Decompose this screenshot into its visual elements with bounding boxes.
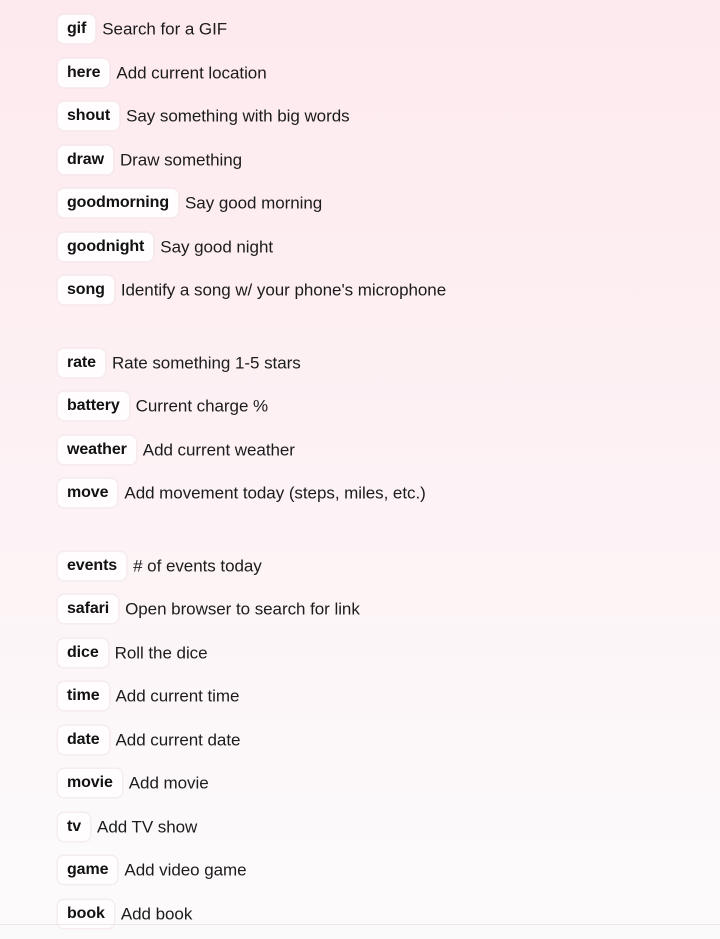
shortcut-description: Say good night <box>160 237 274 256</box>
shortcut-row: rate Rate something 1-5 stars <box>0 347 720 378</box>
shortcut-row: date Add current date <box>0 724 720 755</box>
shortcut-row: time Add current time <box>0 681 720 711</box>
shortcut-description: Add current weather <box>142 440 295 459</box>
shortcut-description: Identify a song w/ your phone's micropho… <box>120 280 447 300</box>
shortcut-keyword-tag[interactable]: goodnight <box>57 231 155 262</box>
shortcut-row: draw Draw something <box>0 144 720 175</box>
shortcut-description: Draw something <box>119 150 243 169</box>
shortcut-description: Add movie <box>128 773 209 793</box>
shortcut-description: Add TV show <box>97 817 198 836</box>
shortcut-keyword-tag[interactable]: tv <box>57 811 92 842</box>
shortcut-description: Add current time <box>115 686 240 706</box>
shortcut-keyword-tag[interactable]: game <box>57 855 119 885</box>
shortcut-row: gif Search for a GIF <box>0 14 720 44</box>
shortcut-description: Say something with big words <box>126 106 350 126</box>
shortcut-row: weather Add current weather <box>0 434 720 465</box>
shortcut-description: Roll the dice <box>114 643 208 662</box>
shortcut-row: song Identify a song w/ your phone's micr… <box>0 275 720 305</box>
shortcut-row: goodnight Say good night <box>0 231 720 262</box>
shortcut-row: goodmorning Say good morning <box>0 188 720 218</box>
shortcut-description: Current charge % <box>135 396 269 416</box>
shortcut-keyword-tag[interactable]: time <box>57 681 110 711</box>
shortcut-row: move Add movement today (steps, miles, et… <box>0 478 720 508</box>
shortcut-keyword-tag[interactable]: shout <box>57 101 121 131</box>
shortcut-keyword-tag[interactable]: here <box>57 57 111 88</box>
shortcut-keyword-tag[interactable]: events <box>57 550 128 581</box>
shortcut-keyword-tag[interactable]: weather <box>57 434 137 465</box>
shortcut-keyword-tag[interactable]: date <box>57 724 110 755</box>
shortcut-keyword-tag[interactable]: safari <box>57 594 120 624</box>
shortcut-row: shout Say something with big words <box>0 101 720 131</box>
shortcut-description: Open browser to search for link <box>125 599 360 619</box>
shortcut-keyword-tag[interactable]: dice <box>57 637 109 668</box>
shortcut-keyword-tag[interactable]: goodmorning <box>57 188 179 218</box>
shortcut-row: battery Current charge % <box>0 391 720 421</box>
bottom-divider <box>0 924 720 925</box>
shortcut-description: Search for a GIF <box>102 19 228 39</box>
shortcut-keyword-tag[interactable]: draw <box>57 144 114 175</box>
shortcut-row: events # of events today <box>0 550 720 581</box>
shortcut-keyword-tag[interactable]: gif <box>57 14 97 44</box>
shortcut-description: Add movement today (steps, miles, etc.) <box>124 483 426 503</box>
shortcut-description: Add book <box>120 904 193 923</box>
shortcut-description: Add current date <box>115 730 241 749</box>
shortcut-description: Add video game <box>124 860 247 880</box>
shortcut-description: Say good morning <box>185 193 323 213</box>
shortcut-keyword-tag[interactable]: rate <box>57 347 106 378</box>
shortcut-description: Rate something 1-5 stars <box>111 353 301 372</box>
shortcut-row: game Add video game <box>0 855 720 885</box>
shortcut-row: dice Roll the dice <box>0 637 720 668</box>
shortcut-row: movie Add movie <box>0 768 720 798</box>
shortcut-description: # of events today <box>133 556 262 575</box>
shortcut-keyword-tag[interactable]: battery <box>57 391 130 421</box>
shortcut-keyword-tag[interactable]: song <box>57 275 115 305</box>
shortcut-description: Add current location <box>116 63 267 82</box>
shortcut-keyword-tag[interactable]: move <box>57 478 119 508</box>
shortcut-row: tv Add TV show <box>0 811 720 842</box>
shortcut-row: here Add current location <box>0 57 720 88</box>
shortcut-keyword-tag[interactable]: movie <box>57 768 123 798</box>
shortcut-row: safari Open browser to search for link <box>0 594 720 624</box>
